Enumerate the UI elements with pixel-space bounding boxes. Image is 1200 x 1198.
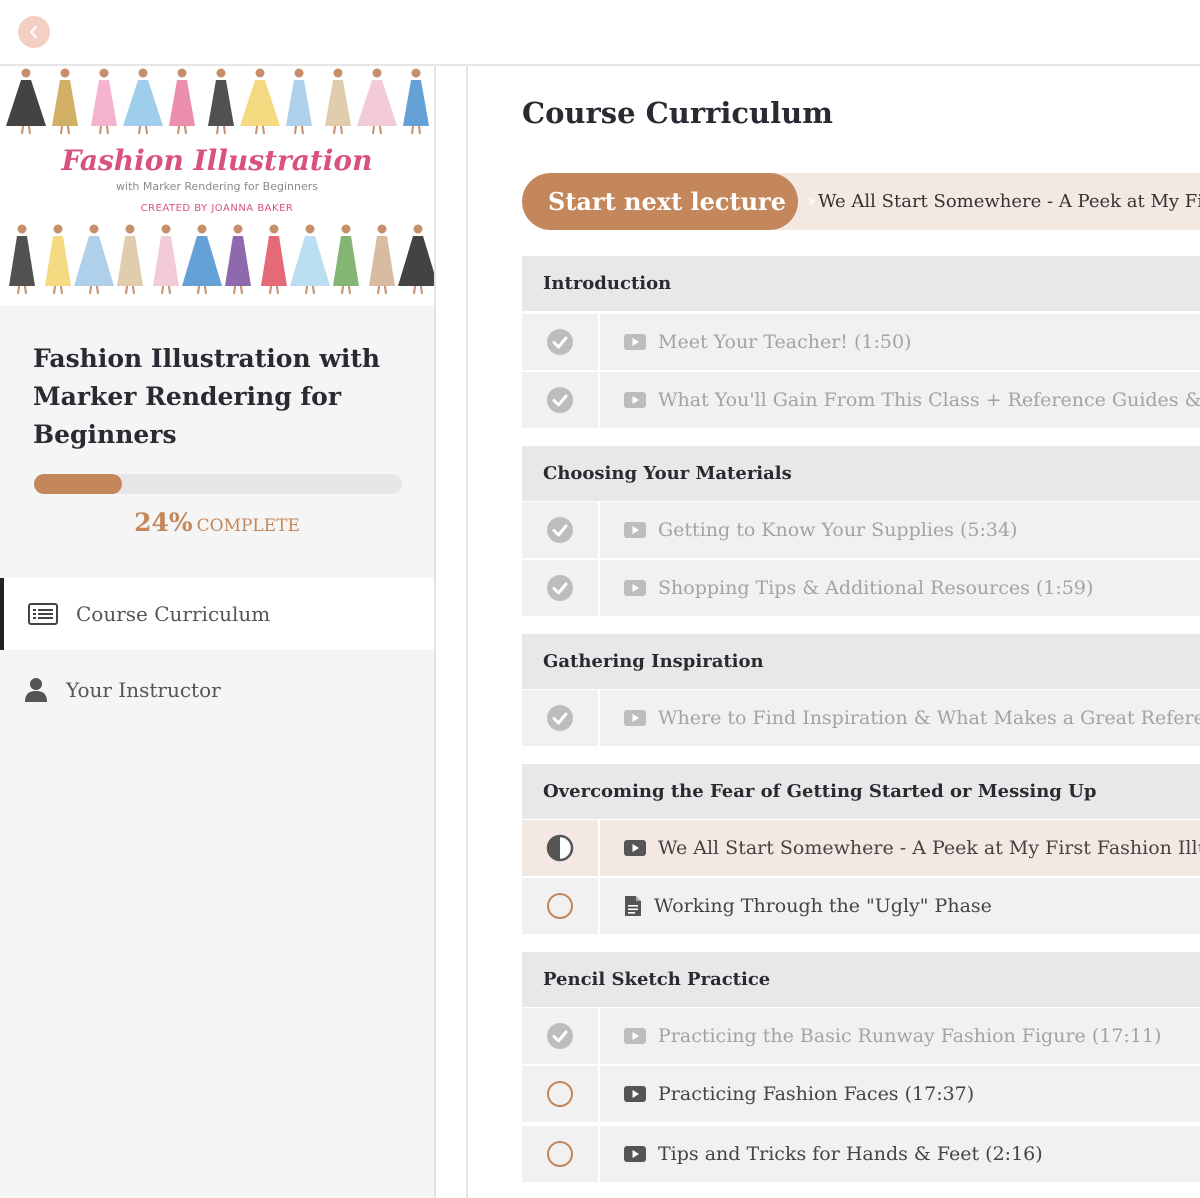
lecture-title: We All Start Somewhere - A Peek at My Fi…	[658, 837, 1200, 859]
nav-your-instructor[interactable]: Your Instructor	[0, 654, 434, 726]
completed-check-icon[interactable]	[522, 502, 600, 558]
cover-title: Fashion Illustration	[61, 144, 373, 177]
course-title: Fashion Illustration with Marker Renderi…	[33, 344, 381, 449]
page-title: Course Curriculum	[522, 96, 833, 130]
nav-course-curriculum-label: Course Curriculum	[76, 602, 271, 626]
lecture-row[interactable]: Working Through the "Ugly" Phase	[522, 878, 1200, 934]
lecture-row[interactable]: Getting to Know Your Supplies (5:34)	[522, 502, 1200, 558]
lecture-title: What You'll Gain From This Class + Refer…	[658, 389, 1200, 411]
video-icon	[624, 1066, 646, 1122]
nav-course-curriculum[interactable]: Course Curriculum	[0, 578, 434, 650]
in-progress-half-circle-icon[interactable]	[522, 820, 600, 876]
lecture-title: Working Through the "Ugly" Phase	[654, 895, 992, 917]
lecture-title: Getting to Know Your Supplies (5:34)	[658, 519, 1018, 541]
lecture-title: Tips and Tricks for Hands & Feet (2:16)	[658, 1143, 1043, 1165]
lecture-title: Shopping Tips & Additional Resources (1:…	[658, 577, 1094, 599]
list-icon	[28, 602, 58, 626]
lecture-title: Where to Find Inspiration & What Makes a…	[658, 707, 1200, 729]
lecture-row[interactable]: Meet Your Teacher! (1:50)	[522, 314, 1200, 370]
lecture-row[interactable]: We All Start Somewhere - A Peek at My Fi…	[522, 820, 1200, 876]
chevron-right-icon: ›	[807, 191, 816, 212]
progress-bar-fill	[34, 474, 123, 494]
completed-check-icon[interactable]	[522, 1008, 600, 1064]
completed-check-icon[interactable]	[522, 560, 600, 616]
progress-label: COMPLETE	[196, 516, 300, 536]
progress-percent: 24%	[134, 508, 193, 537]
sidebar: Fashion Illustration with Marker Renderi…	[0, 66, 436, 1198]
section-header: Introduction	[522, 256, 1200, 311]
section-header: Gathering Inspiration	[522, 634, 1200, 689]
section-header: Choosing Your Materials	[522, 446, 1200, 501]
incomplete-circle-icon[interactable]	[522, 878, 600, 934]
section-header: Pencil Sketch Practice	[522, 952, 1200, 1007]
progress-text: 24% COMPLETE	[0, 508, 434, 537]
back-button[interactable]	[18, 16, 50, 48]
video-icon	[624, 372, 646, 428]
video-icon	[624, 1008, 646, 1064]
lecture-row[interactable]: Where to Find Inspiration & What Makes a…	[522, 690, 1200, 746]
cover-credit: CREATED BY JOANNA BAKER	[140, 203, 294, 214]
course-cover-image: Fashion Illustration with Marker Renderi…	[0, 66, 434, 306]
incomplete-circle-icon[interactable]	[522, 1126, 600, 1182]
section-header: Overcoming the Fear of Getting Started o…	[522, 764, 1200, 819]
start-next-lecture-bar[interactable]: Start next lecture › We All Start Somewh…	[522, 173, 1200, 230]
lecture-row[interactable]: Tips and Tricks for Hands & Feet (2:16)	[522, 1126, 1200, 1182]
lecture-row[interactable]: Shopping Tips & Additional Resources (1:…	[522, 560, 1200, 616]
incomplete-circle-icon[interactable]	[522, 1066, 600, 1122]
completed-check-icon[interactable]	[522, 690, 600, 746]
video-icon	[624, 560, 646, 616]
lecture-title: Meet Your Teacher! (1:50)	[658, 331, 912, 353]
document-icon	[624, 878, 642, 934]
video-icon	[624, 1126, 646, 1182]
lecture-row[interactable]: What You'll Gain From This Class + Refer…	[522, 372, 1200, 428]
start-next-lecture-label: Start next lecture	[548, 187, 786, 216]
lecture-title: Practicing Fashion Faces (17:37)	[658, 1083, 975, 1105]
lecture-title: Practicing the Basic Runway Fashion Figu…	[658, 1025, 1162, 1047]
next-lecture-title[interactable]: We All Start Somewhere - A Peek at My Fi…	[818, 173, 1200, 230]
video-icon	[624, 820, 646, 876]
start-next-lecture-button[interactable]: Start next lecture ›	[522, 173, 815, 230]
nav-your-instructor-label: Your Instructor	[66, 678, 221, 702]
video-icon	[624, 690, 646, 746]
cover-subtitle: with Marker Rendering for Beginners	[116, 180, 318, 193]
main-content: Course Curriculum Start next lecture › W…	[466, 66, 1200, 1198]
progress-bar	[34, 474, 402, 494]
completed-check-icon[interactable]	[522, 314, 600, 370]
user-icon	[24, 678, 48, 702]
chevron-left-icon	[30, 26, 37, 38]
completed-check-icon[interactable]	[522, 372, 600, 428]
top-bar	[0, 0, 1200, 66]
video-icon	[624, 502, 646, 558]
lecture-row[interactable]: Practicing the Basic Runway Fashion Figu…	[522, 1008, 1200, 1064]
lecture-row[interactable]: Practicing Fashion Faces (17:37)	[522, 1066, 1200, 1122]
video-icon	[624, 314, 646, 370]
